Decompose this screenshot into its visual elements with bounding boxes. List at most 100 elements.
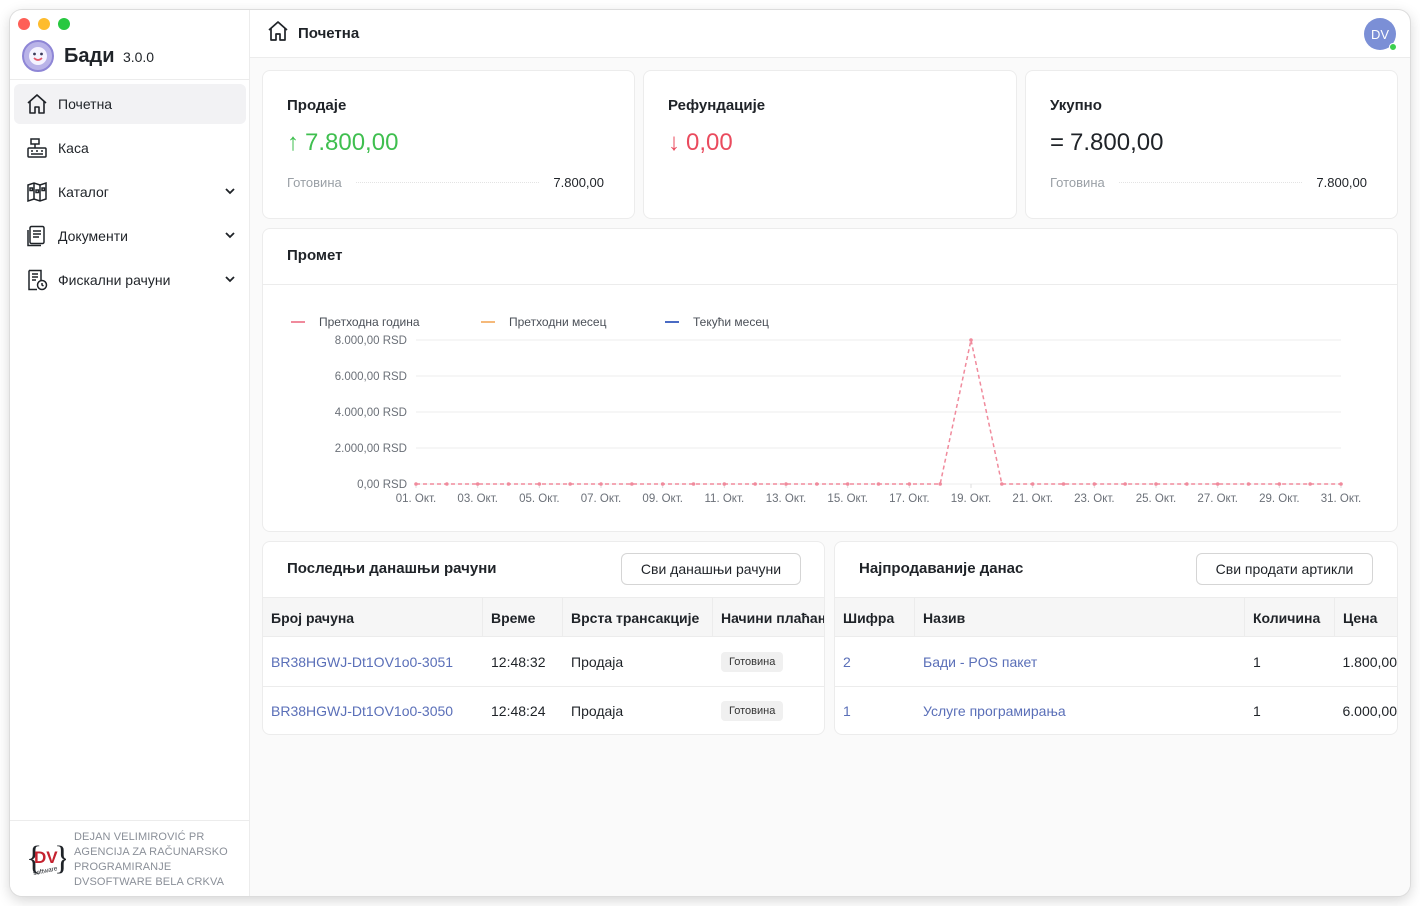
transaction-type: Продаја xyxy=(571,654,624,670)
x-tick-label: 23. Окт. xyxy=(1074,493,1114,505)
x-tick-label: 13. Окт. xyxy=(766,493,806,505)
app-window: Бади 3.0.0 Почетна Каса Каталог Документ… xyxy=(10,10,1410,896)
payment-method-label: Готовина xyxy=(287,175,342,190)
column-header[interactable]: Количина xyxy=(1245,598,1335,637)
data-point xyxy=(475,482,480,486)
data-point xyxy=(1246,482,1251,486)
all-sold-items-button[interactable]: Сви продати артикли xyxy=(1196,553,1373,585)
receipt-number-link[interactable]: BR38HGWJ-Dt1OV1o0-3051 xyxy=(263,638,483,686)
data-point xyxy=(1185,482,1189,486)
item-price: 6.000,00 xyxy=(1342,703,1398,719)
item-code-link[interactable]: 1 xyxy=(835,687,915,734)
latest-receipts-card: Последњи данашњи рачуни Сви данашњи рачу… xyxy=(262,541,825,735)
data-point xyxy=(907,482,912,486)
sidebar-item-label: Документи xyxy=(58,228,128,244)
table-row[interactable]: BR38HGWJ-Dt1OV1o0-3050 12:48:24 Продаја … xyxy=(263,687,824,734)
main-content: Продаје ↑ 7.800,00 Готовина 7.800,00 Реф… xyxy=(250,58,1410,896)
data-point xyxy=(445,482,449,486)
data-point xyxy=(691,482,696,486)
sidebar-item-documents[interactable]: Документи xyxy=(14,216,246,256)
fiscal-receipt-icon xyxy=(24,267,50,293)
item-code-link[interactable]: 2 xyxy=(835,638,915,686)
sales-title: Продаје xyxy=(287,97,347,114)
x-tick-label: 15. Окт. xyxy=(827,493,867,505)
table-row[interactable]: 2 Бади - POS пакет 1 1.800,00 xyxy=(835,638,1397,687)
sidebar-item-cash-register[interactable]: Каса xyxy=(14,128,246,168)
refunds-value: ↓ 0,00 xyxy=(668,129,733,157)
column-header[interactable]: Цена xyxy=(1335,598,1397,637)
column-header[interactable]: Време xyxy=(483,598,563,637)
item-name-link[interactable]: Бади - POS пакет xyxy=(915,638,1245,686)
column-header[interactable]: Назив xyxy=(915,598,1245,637)
data-point xyxy=(630,482,634,486)
sidebar-item-home[interactable]: Почетна xyxy=(14,84,246,124)
company-line: DEJAN VELIMIROVIĆ PR xyxy=(74,831,205,843)
y-tick-label: 4.000,00 RSD xyxy=(335,407,407,419)
avatar[interactable]: DV xyxy=(1364,18,1397,51)
close-window-button[interactable] xyxy=(18,18,30,30)
sales-amount: 7.800,00 xyxy=(305,129,399,156)
table-header: Број рачуна Време Врста трансакције Начи… xyxy=(263,597,824,637)
leader-line xyxy=(355,182,540,183)
chevron-down-icon[interactable] xyxy=(224,272,236,288)
table-row[interactable]: BR38HGWJ-Dt1OV1o0-3051 12:48:32 Продаја … xyxy=(263,638,824,687)
y-tick-label: 0,00 RSD xyxy=(357,479,407,491)
payment-method-cell: Готовина xyxy=(713,638,824,686)
data-point xyxy=(414,482,418,486)
bestsellers-title: Најпродаваније данас xyxy=(859,560,1024,577)
x-tick-label: 19. Окт. xyxy=(951,493,991,505)
x-tick-label: 21. Окт. xyxy=(1012,493,1052,505)
transaction-type: Продаја xyxy=(571,703,624,719)
status-badge: Готовина xyxy=(721,652,784,672)
item-quantity: 1 xyxy=(1253,654,1261,670)
data-point xyxy=(1030,482,1035,486)
all-todays-receipts-button[interactable]: Сви данашњи рачуни xyxy=(621,553,801,585)
home-icon xyxy=(24,91,50,117)
sidebar-item-fiscal-receipts[interactable]: Фискални рачуни xyxy=(14,260,246,300)
column-header[interactable]: Шифра xyxy=(835,598,915,637)
dv-software-logo-icon: { } DV software xyxy=(26,840,66,877)
data-point xyxy=(1308,482,1312,486)
refunds-amount: 0,00 xyxy=(686,129,733,156)
cash-register-icon xyxy=(24,135,50,161)
data-point xyxy=(568,482,572,486)
y-tick-label: 2.000,00 RSD xyxy=(335,443,407,455)
column-header[interactable]: Врста трансакције xyxy=(563,598,713,637)
total-amount: 7.800,00 xyxy=(1070,129,1164,156)
chevron-down-icon[interactable] xyxy=(224,228,236,244)
turnover-title: Промет xyxy=(287,247,343,264)
total-value: = 7.800,00 xyxy=(1050,129,1163,157)
turnover-card: Промет Претходна година Претходни месец Те… xyxy=(262,228,1398,532)
x-tick-label: 17. Окт. xyxy=(889,493,929,505)
window-controls xyxy=(18,18,70,30)
legend-label: Текући месец xyxy=(693,315,769,329)
sales-value: ↑ 7.800,00 xyxy=(287,129,398,157)
sales-card: Продаје ↑ 7.800,00 Готовина 7.800,00 xyxy=(262,70,635,219)
table-row[interactable]: 1 Услуге програмирања 1 6.000,00 xyxy=(835,687,1398,734)
sidebar-item-label: Каса xyxy=(58,140,89,156)
x-tick-label: 05. Окт. xyxy=(519,493,559,505)
chevron-down-icon[interactable] xyxy=(224,184,236,200)
column-header[interactable]: Број рачуна xyxy=(263,598,483,637)
total-breakdown-row: Готовина 7.800,00 xyxy=(1050,175,1367,190)
y-tick-label: 6.000,00 RSD xyxy=(335,371,407,383)
x-tick-label: 29. Окт. xyxy=(1259,493,1299,505)
company-line: AGENCIJA ZA RAČUNARSKO xyxy=(74,846,228,858)
x-tick-label: 27. Окт. xyxy=(1197,493,1237,505)
data-point xyxy=(1000,482,1004,486)
avatar-initials: DV xyxy=(1370,26,1390,42)
footer-logo-text: DV xyxy=(34,848,58,867)
sidebar-item-label: Каталог xyxy=(58,184,109,200)
item-name-link[interactable]: Услуге програмирања xyxy=(915,687,1245,734)
table-header: Шифра Назив Количина Цена xyxy=(835,597,1397,637)
sidebar-nav: Почетна Каса Каталог Документи Фискални … xyxy=(14,84,246,304)
page-title: Почетна xyxy=(298,25,360,42)
column-header[interactable]: Начини плаћања xyxy=(713,598,824,637)
x-tick-label: 03. Окт. xyxy=(457,493,497,505)
data-point xyxy=(815,482,819,486)
minimize-window-button[interactable] xyxy=(38,18,50,30)
maximize-window-button[interactable] xyxy=(58,18,70,30)
sidebar-item-catalog[interactable]: Каталог xyxy=(14,172,246,212)
bestsellers-card: Најпродаваније данас Сви продати артикли… xyxy=(834,541,1398,735)
receipt-number-link[interactable]: BR38HGWJ-Dt1OV1o0-3050 xyxy=(263,687,483,734)
